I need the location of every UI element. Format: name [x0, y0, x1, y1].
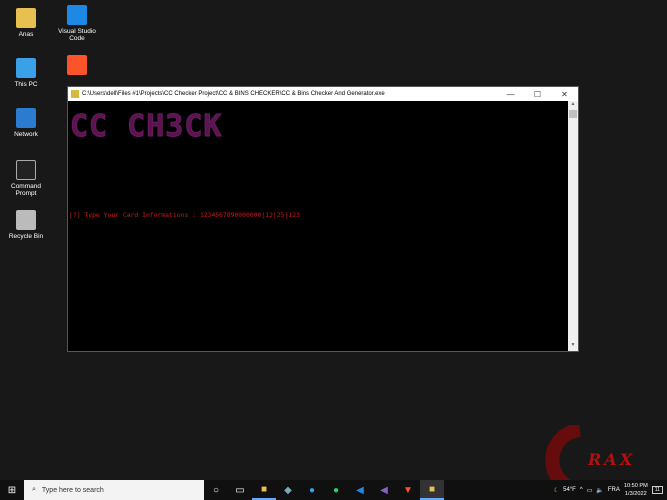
language-indicator[interactable]: FRA — [608, 487, 620, 493]
scroll-thumb[interactable] — [569, 110, 577, 118]
title-bar[interactable]: C:\Users\dell\Files #1\Projects\CC Check… — [68, 87, 578, 101]
whatsapp-icon[interactable]: ● — [324, 480, 348, 500]
app-icon — [71, 90, 79, 98]
icon-label: Network — [14, 131, 38, 138]
desktop-icon-vscode[interactable]: Visual Studio Code — [52, 5, 102, 42]
file-explorer-icon[interactable]: ■ — [252, 480, 276, 500]
vscode-icon — [67, 5, 87, 25]
virtualbox-icon[interactable]: ◆ — [276, 480, 300, 500]
console-output[interactable]: CC CH3CK [?] Type Your Card Informations… — [68, 101, 568, 351]
brave-taskbar-icon[interactable]: ▼ — [396, 480, 420, 500]
taskbar: ⊞ ⌕ Type here to search ○ ▭ ■ ◆ ● ● ◀ ◀ ▼… — [0, 480, 667, 500]
network-tray-icon[interactable]: ▭ — [587, 487, 593, 494]
task-view-icon[interactable]: ▭ — [228, 480, 252, 500]
volume-icon[interactable]: 🔈 — [596, 487, 603, 494]
scrollbar[interactable]: ▲ ▼ — [568, 101, 578, 351]
search-placeholder: Type here to search — [41, 486, 104, 494]
search-box[interactable]: ⌕ Type here to search — [24, 480, 204, 500]
console-window[interactable]: C:\Users\dell\Files #1\Projects\CC Check… — [67, 86, 579, 352]
desktop-icon-this-pc[interactable]: This PC — [1, 58, 51, 88]
clock[interactable]: 10:50 PM 1/3/2022 — [624, 482, 648, 498]
tray-chevron-icon[interactable]: ^ — [580, 487, 583, 493]
telegram-icon[interactable]: ● — [300, 480, 324, 500]
cortana-icon[interactable]: ○ — [204, 480, 228, 500]
desktop-icon-recycle-bin[interactable]: Recycle Bin — [1, 210, 51, 240]
icon-label: Command Prompt — [11, 183, 41, 197]
card-prompt: [?] Type Your Card Informations : 123456… — [69, 211, 300, 219]
ascii-banner: CC CH3CK — [70, 109, 223, 145]
minimize-button[interactable]: — — [497, 90, 524, 99]
date: 1/3/2022 — [624, 491, 647, 497]
weather-moon-icon: ☾ — [553, 487, 560, 494]
svg-text:RAX: RAX — [587, 450, 635, 469]
notification-center-icon[interactable]: 11 — [651, 486, 663, 494]
icon-label: Visual Studio Code — [58, 28, 96, 42]
window-title: C:\Users\dell\Files #1\Projects\CC Check… — [82, 91, 385, 97]
close-button[interactable]: ✕ — [551, 90, 578, 99]
icon-label: This PC — [14, 81, 38, 88]
time: 10:50 PM — [623, 483, 648, 489]
scroll-down-icon[interactable]: ▼ — [568, 342, 578, 351]
desktop-icon-network[interactable]: Network — [1, 108, 51, 138]
brave-icon — [67, 55, 87, 75]
visual-studio-icon[interactable]: ◀ — [372, 480, 396, 500]
vscode-taskbar-icon[interactable]: ◀ — [348, 480, 372, 500]
maximize-button[interactable]: ☐ — [524, 90, 551, 99]
network-icon — [16, 108, 36, 128]
desktop-icon-anas[interactable]: Anas — [1, 8, 51, 38]
console-app-taskbar-icon[interactable]: ■ — [420, 480, 444, 500]
windows-start-icon[interactable]: ⊞ — [0, 485, 24, 496]
desktop-icon-cmd[interactable]: Command Prompt — [1, 160, 51, 197]
icon-label: Anas — [18, 31, 34, 38]
computer-icon — [16, 58, 36, 78]
scroll-up-icon[interactable]: ▲ — [568, 101, 578, 110]
icon-label: Recycle Bin — [8, 233, 44, 240]
recycle-bin-icon — [16, 210, 36, 230]
desktop-icon-brave[interactable] — [52, 55, 102, 78]
search-icon: ⌕ — [32, 486, 36, 493]
system-tray: ☾ 54°F ^ ▭ 🔈 FRA 10:50 PM 1/3/2022 11 — [554, 482, 667, 498]
folder-icon — [16, 8, 36, 28]
weather-temp[interactable]: 54°F — [563, 487, 576, 493]
cmd-icon — [16, 160, 36, 180]
